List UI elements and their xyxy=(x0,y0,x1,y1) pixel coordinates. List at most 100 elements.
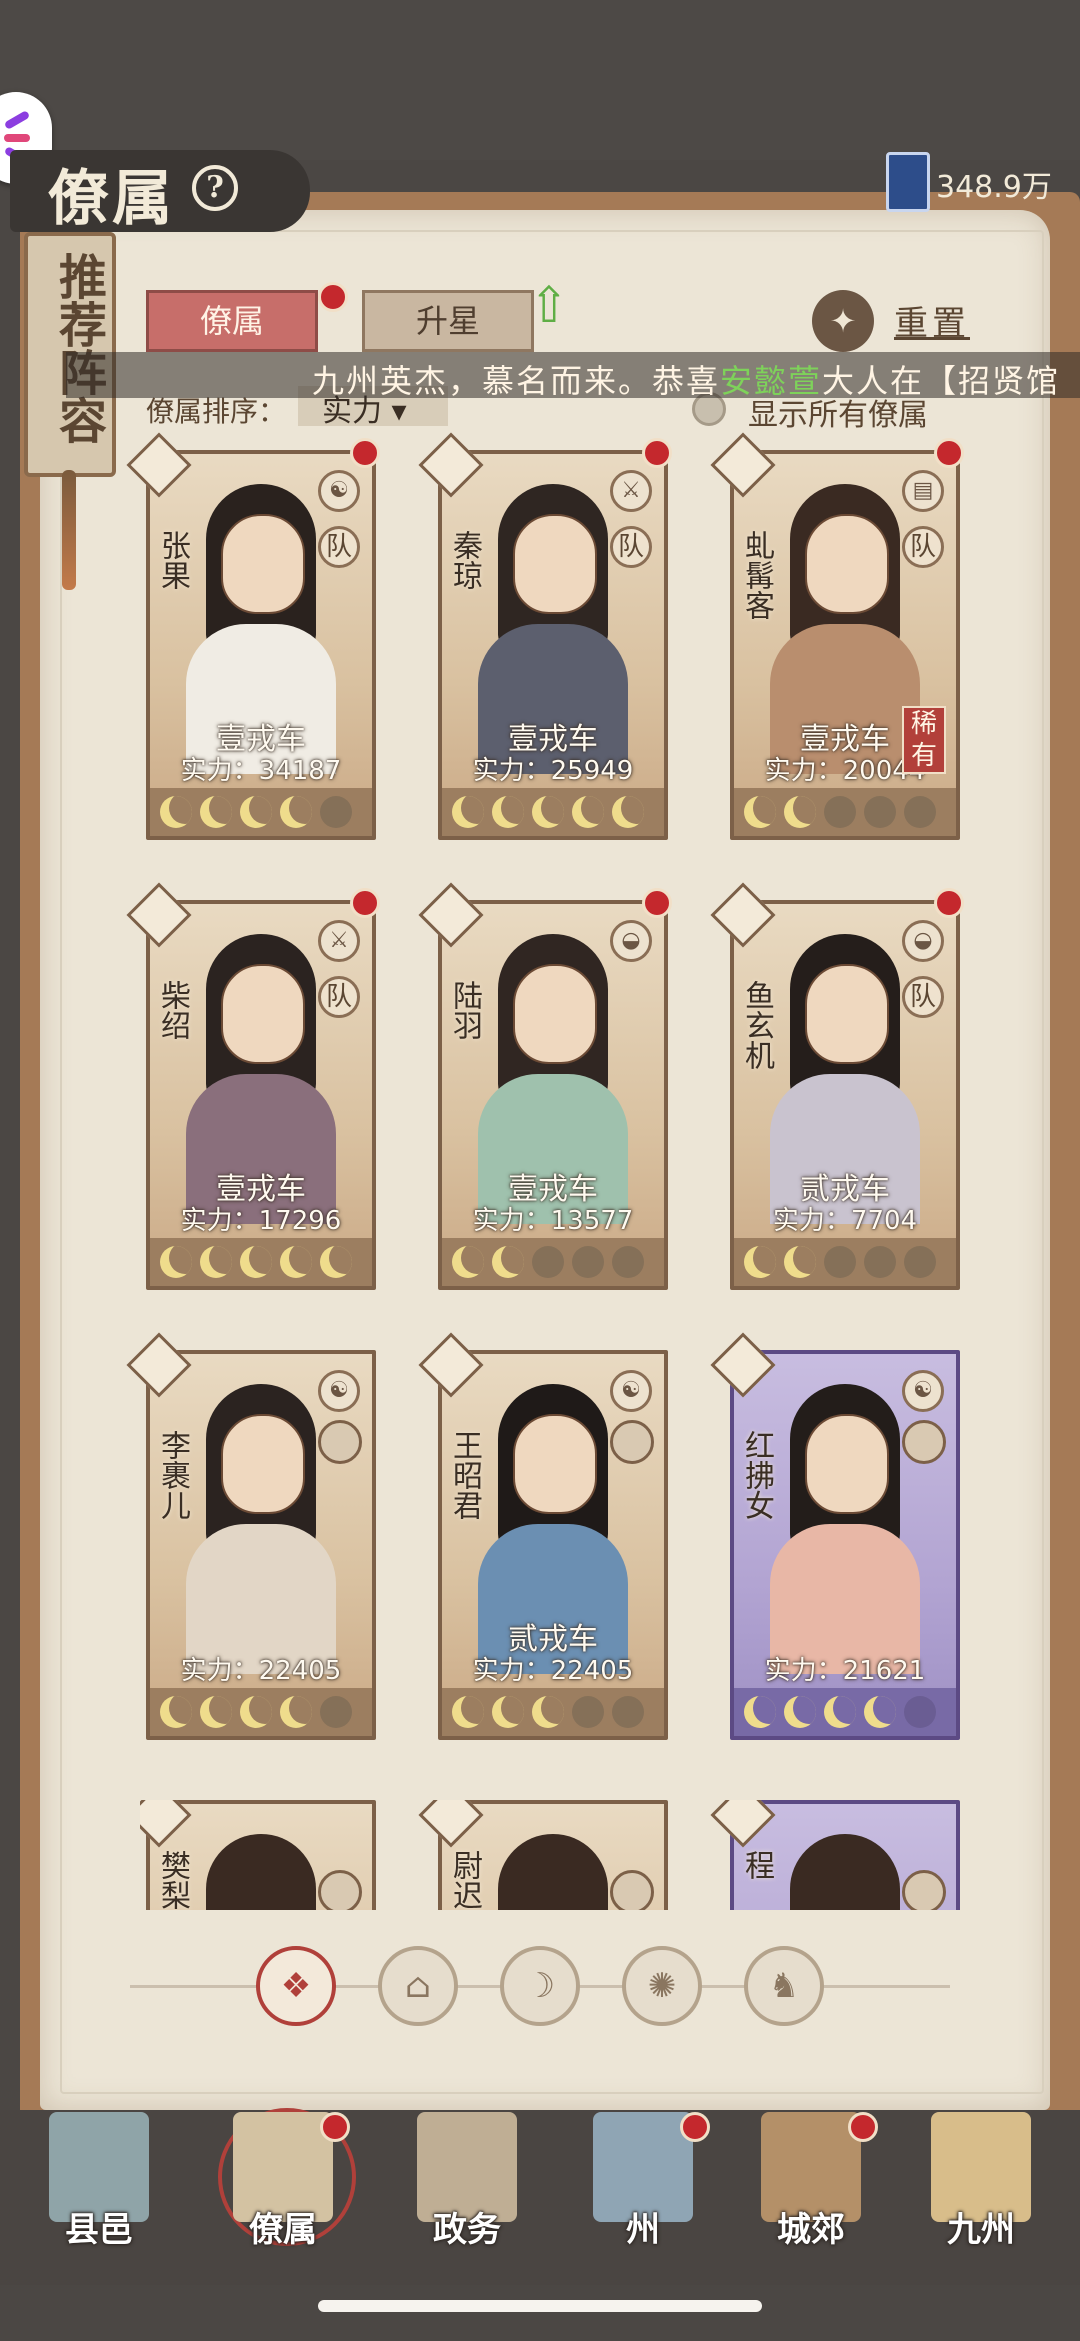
moon-filled-icon xyxy=(532,1696,564,1728)
member-card[interactable]: ⚔ 队柴绍 壹戎车 实力：17296 xyxy=(126,882,380,1290)
member-name: 王昭君 xyxy=(447,1430,482,1520)
portrait-face xyxy=(513,1414,597,1514)
moon-filled-icon xyxy=(784,1246,816,1278)
moon-filled-icon xyxy=(280,796,312,828)
currency-display[interactable]: 348.9万 xyxy=(880,148,1070,214)
portrait-face xyxy=(805,514,889,614)
companion-avatar xyxy=(610,1420,654,1464)
book-icon: ▤ xyxy=(902,470,944,512)
reset-button[interactable]: 重置 xyxy=(894,296,970,345)
portrait-face xyxy=(221,1414,305,1514)
help-icon[interactable]: ? xyxy=(192,165,238,211)
star-moons xyxy=(452,1246,662,1280)
currency-value: 348.9万 xyxy=(936,170,1052,205)
card-red-dot xyxy=(934,438,964,468)
moon-empty-icon xyxy=(572,1246,604,1278)
moon-filled-icon xyxy=(824,1696,856,1728)
moon-filled-icon xyxy=(864,1696,896,1728)
member-card-partial-row: 樊梨 尉迟 程 xyxy=(140,1800,970,1910)
affairs-nav[interactable]: 政务 xyxy=(392,2112,542,2282)
member-name: 陆羽 xyxy=(447,980,482,1040)
moon-filled-icon xyxy=(492,1246,524,1278)
member-power: 实力：34187 xyxy=(180,756,342,786)
member-name: 程 xyxy=(739,1850,774,1880)
moon-filled-icon xyxy=(280,1246,312,1278)
moon-empty-icon xyxy=(532,1246,564,1278)
moon-filled-icon xyxy=(240,1246,272,1278)
star-moons xyxy=(452,796,662,830)
home-indicator[interactable] xyxy=(318,2300,762,2312)
companion-avatar xyxy=(610,1870,654,1910)
moon-empty-icon xyxy=(612,1246,644,1278)
star-moons xyxy=(160,1246,370,1280)
county-nav[interactable]: 县邑 xyxy=(24,2112,174,2282)
member-card[interactable]: ◒ 队鱼玄机 贰戎车 实力：7704 xyxy=(710,882,964,1290)
member-name: 樊梨 xyxy=(155,1850,190,1910)
moon-filled-icon xyxy=(452,796,484,828)
announcement-text: 九州英杰，慕名而来。恭喜安懿萱大人在【招贤馆 xyxy=(312,356,1060,402)
reset-icon[interactable]: ✦ xyxy=(812,290,874,352)
member-name: 虬髯客 xyxy=(739,530,774,620)
ingot-icon: ◒ xyxy=(610,920,652,962)
sword-icon: ⚔ xyxy=(318,920,360,962)
moon-filled-icon xyxy=(160,1246,192,1278)
member-name: 张果 xyxy=(155,530,190,590)
tab-star-up[interactable]: 升星 xyxy=(362,290,534,352)
nav-label: 州 xyxy=(626,2210,660,2250)
member-card[interactable]: 樊梨 xyxy=(140,1800,376,1910)
team-badge: 队 xyxy=(318,526,360,568)
portrait-face xyxy=(221,514,305,614)
member-power: 实力：17296 xyxy=(180,1206,342,1236)
portrait-face xyxy=(805,1414,889,1514)
moon-filled-icon xyxy=(744,1246,776,1278)
moon-filled-icon xyxy=(744,796,776,828)
moon-filled-icon xyxy=(452,1246,484,1278)
moon-filled-icon xyxy=(280,1696,312,1728)
card-red-dot xyxy=(934,888,964,918)
card-red-dot xyxy=(350,888,380,918)
member-card[interactable]: ☯ 红拂女 实力：21621 xyxy=(710,1332,960,1740)
moon-filled-icon xyxy=(532,796,564,828)
tab-members-red-dot xyxy=(318,282,348,312)
beast-filter-icon[interactable]: ♞ xyxy=(744,1946,824,2026)
companion-avatar xyxy=(318,1420,362,1464)
member-card[interactable]: ☯ 李裹儿 实力：22405 xyxy=(126,1332,376,1740)
moon-empty-icon xyxy=(320,796,352,828)
member-card[interactable]: 尉迟 xyxy=(418,1800,668,1910)
portrait-face xyxy=(513,964,597,1064)
moon-filled-icon xyxy=(492,1696,524,1728)
yin-yang-icon: ☯ xyxy=(610,1370,652,1412)
rare-badge: 稀有 xyxy=(902,706,946,774)
state-nav[interactable]: 州 xyxy=(568,2112,718,2282)
moon-empty-icon xyxy=(904,1246,936,1278)
nine-states-nav[interactable]: 九州 xyxy=(906,2112,1056,2282)
warrior-filter-icon[interactable]: ⌂ xyxy=(378,1946,458,2026)
member-card[interactable]: ☯ 王昭君 贰戎车 实力：22405 xyxy=(418,1332,668,1740)
member-card[interactable]: ☯ 队张果 壹戎车 实力：34187 xyxy=(126,432,380,840)
announcement-player-name: 安懿萱 xyxy=(720,362,823,400)
cat-filter-icon[interactable]: ☽ xyxy=(500,1946,580,2026)
team-badge: 队 xyxy=(902,976,944,1018)
fan-filter-icon[interactable]: ✺ xyxy=(622,1946,702,2026)
yin-yang-icon: ☯ xyxy=(902,1370,944,1412)
all-filter-icon[interactable]: ❖ xyxy=(256,1946,336,2026)
tab-members[interactable]: 僚属 xyxy=(146,290,318,352)
suburb-nav[interactable]: 城郊 xyxy=(736,2112,886,2282)
moon-empty-icon xyxy=(612,1696,644,1728)
moon-filled-icon xyxy=(784,796,816,828)
member-power: 实力：25949 xyxy=(472,756,634,786)
companion-avatar xyxy=(902,1870,946,1910)
members-nav[interactable]: 僚属 xyxy=(208,2112,358,2282)
member-card[interactable]: ◒ 陆羽 壹戎车 实力：13577 xyxy=(418,882,672,1290)
moon-filled-icon xyxy=(200,1696,232,1728)
team-badge: 队 xyxy=(610,526,652,568)
portrait-face xyxy=(805,964,889,1064)
moon-filled-icon xyxy=(200,1246,232,1278)
member-card[interactable]: ▤ 队虬髯客 壹戎车 实力：20044 稀有 xyxy=(710,432,964,840)
member-card[interactable]: ⚔ 队秦琼 壹戎车 实力：25949 xyxy=(418,432,672,840)
moon-empty-icon xyxy=(904,796,936,828)
moon-empty-icon xyxy=(864,796,896,828)
up-arrow-icon: ⇧ xyxy=(528,275,570,334)
moon-filled-icon xyxy=(160,1696,192,1728)
member-card[interactable]: 程 xyxy=(710,1800,960,1910)
